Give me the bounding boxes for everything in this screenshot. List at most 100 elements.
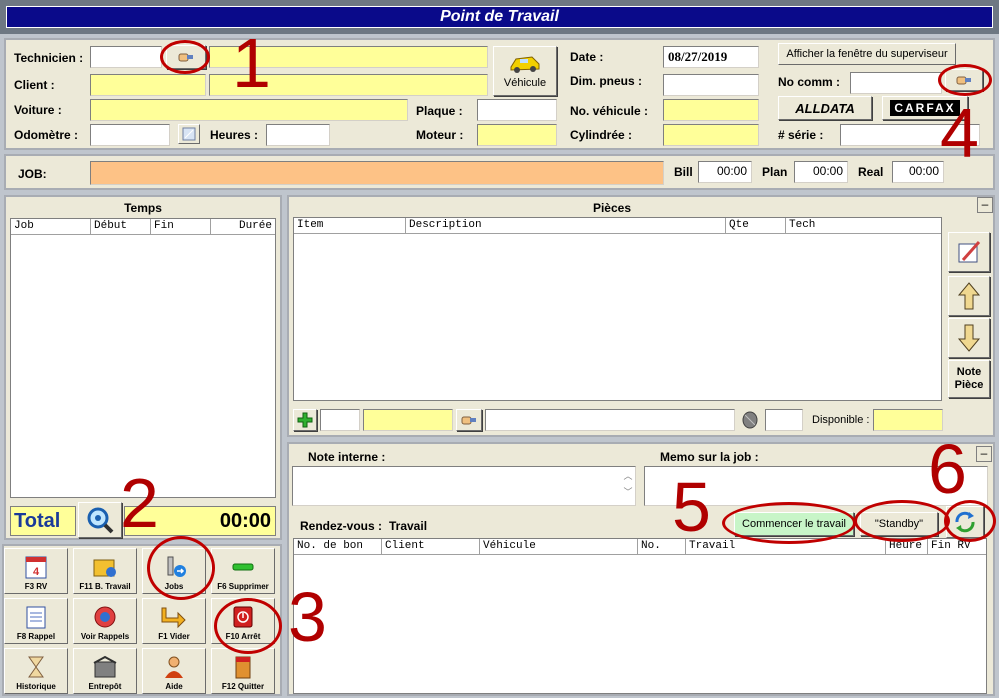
temps-col-debut[interactable]: Début bbox=[91, 219, 151, 234]
plaque-input[interactable] bbox=[477, 99, 557, 121]
note-interne-textarea[interactable] bbox=[292, 466, 636, 506]
rdv-col-no-bon[interactable]: No. de bon bbox=[294, 539, 382, 554]
piece-tech-input[interactable] bbox=[765, 409, 803, 431]
gauge-icon bbox=[182, 127, 196, 141]
f11-b-travail-label: F11 B. Travail bbox=[79, 582, 131, 591]
superviseur-button[interactable]: Afficher la fenêtre du superviseur bbox=[778, 43, 956, 65]
pieces-grid-header: Item Description Qte Tech bbox=[294, 218, 941, 234]
disponible-label: Disponible : bbox=[812, 414, 870, 426]
search-hand-icon bbox=[461, 416, 476, 425]
pieces-collapse-button[interactable]: – bbox=[977, 197, 993, 213]
annotation-1: 1 bbox=[232, 24, 271, 102]
moteur-input[interactable] bbox=[477, 124, 557, 146]
job-input[interactable] bbox=[90, 161, 664, 185]
aide-button[interactable]: Aide bbox=[142, 648, 206, 694]
bill-value: 00:00 bbox=[698, 161, 752, 183]
cylindree-input[interactable] bbox=[663, 124, 759, 146]
car-icon bbox=[510, 56, 540, 73]
real-value: 00:00 bbox=[892, 161, 944, 183]
add-piece-button[interactable] bbox=[293, 409, 317, 431]
rdv-travail-label: Travail bbox=[389, 519, 428, 533]
no-comm-label: No comm : bbox=[778, 75, 841, 89]
temps-col-job[interactable]: Job bbox=[11, 219, 91, 234]
temps-grid[interactable]: Job Début Fin Durée bbox=[10, 218, 276, 498]
heures-label: Heures : bbox=[210, 128, 259, 142]
real-label: Real bbox=[858, 165, 884, 179]
disponible-value bbox=[873, 409, 943, 431]
piece-item-input[interactable] bbox=[363, 409, 453, 431]
voiture-input[interactable] bbox=[90, 99, 408, 121]
rdv-col-fin-rv[interactable]: Fin RV bbox=[928, 539, 986, 554]
technicien-code-input[interactable] bbox=[90, 46, 162, 68]
no-vehicule-input[interactable] bbox=[663, 99, 759, 121]
piece-description-input[interactable] bbox=[485, 409, 735, 431]
voir-rappels-button[interactable]: Voir Rappels bbox=[73, 598, 137, 644]
rdv-grid[interactable]: No. de bon Client Véhicule No. Travail H… bbox=[293, 538, 987, 694]
exit-door-icon bbox=[235, 656, 251, 679]
f6-supprimer-button[interactable]: F6 Supprimer bbox=[211, 548, 275, 594]
f12-quitter-button[interactable]: F12 Quitter bbox=[211, 648, 275, 694]
entrepot-button[interactable]: Entrepôt bbox=[73, 648, 137, 694]
dim-pneus-input[interactable] bbox=[663, 74, 759, 96]
f1-vider-button[interactable]: F1 Vider bbox=[142, 598, 206, 644]
move-down-button[interactable] bbox=[948, 318, 990, 358]
pieces-title: Pièces bbox=[592, 201, 632, 215]
historique-button[interactable]: Historique bbox=[4, 648, 68, 694]
annotation-6: 6 bbox=[928, 430, 967, 508]
pieces-col-description[interactable]: Description bbox=[406, 218, 726, 233]
svg-text:4: 4 bbox=[33, 566, 40, 578]
hourglass-icon bbox=[28, 656, 44, 678]
arrow-up-icon bbox=[957, 282, 981, 310]
rdv-col-vehicule[interactable]: Véhicule bbox=[480, 539, 638, 554]
pieces-grid[interactable]: Item Description Qte Tech bbox=[293, 217, 942, 401]
notes-collapse-button[interactable]: – bbox=[976, 446, 992, 462]
odometre-input[interactable] bbox=[90, 124, 170, 146]
move-up-button[interactable] bbox=[948, 276, 990, 316]
technicien-label: Technicien : bbox=[14, 51, 84, 65]
note-interne-scrollbar[interactable]: ︿ ﹀ bbox=[621, 468, 635, 504]
plan-value: 00:00 bbox=[794, 161, 848, 183]
client-code-input[interactable] bbox=[90, 74, 206, 96]
tire-icon[interactable] bbox=[739, 410, 761, 430]
dim-pneus-label: Dim. pneus : bbox=[570, 74, 643, 88]
job-label: JOB: bbox=[18, 167, 47, 181]
alldata-button[interactable]: ALLDATA bbox=[778, 96, 872, 120]
piece-qty-input[interactable] bbox=[320, 409, 360, 431]
minus-icon bbox=[232, 563, 254, 571]
annotation-ring-4 bbox=[938, 64, 992, 96]
pieces-col-tech[interactable]: Tech bbox=[786, 218, 941, 233]
total-label: Total bbox=[10, 506, 76, 536]
plaque-label: Plaque : bbox=[416, 104, 463, 118]
voir-rappels-label: Voir Rappels bbox=[80, 632, 130, 641]
window-title: Point de Travail bbox=[6, 6, 993, 28]
no-comm-input[interactable] bbox=[850, 72, 942, 94]
f3-rv-button[interactable]: 4 F3 RV bbox=[4, 548, 68, 594]
voiture-label: Voiture : bbox=[14, 103, 62, 117]
vehicule-button[interactable]: Véhicule bbox=[493, 46, 557, 96]
pieces-col-item[interactable]: Item bbox=[294, 218, 406, 233]
heures-input[interactable] bbox=[266, 124, 330, 146]
annotation-4: 4 bbox=[940, 94, 979, 172]
edit-piece-button[interactable] bbox=[948, 232, 990, 272]
reminder-icon bbox=[94, 606, 116, 628]
pieces-col-qte[interactable]: Qte bbox=[726, 218, 786, 233]
date-input[interactable]: 08/27/2019 bbox=[663, 46, 759, 68]
annotation-ring-3b bbox=[214, 598, 282, 654]
help-person-icon bbox=[165, 656, 183, 678]
f8-rappel-button[interactable]: F8 Rappel bbox=[4, 598, 68, 644]
total-view-button[interactable] bbox=[78, 502, 122, 538]
temps-col-duree[interactable]: Durée bbox=[211, 219, 275, 234]
note-interne-label: Note interne : bbox=[308, 450, 386, 464]
odometre-toggle[interactable] bbox=[178, 124, 200, 144]
plus-icon bbox=[297, 412, 313, 428]
rdv-col-client[interactable]: Client bbox=[382, 539, 480, 554]
annotation-ring-1 bbox=[160, 40, 210, 74]
folder-gear-icon bbox=[93, 559, 116, 577]
f11-b-travail-button[interactable]: F11 B. Travail bbox=[73, 548, 137, 594]
memo-label: Memo sur la job : bbox=[660, 450, 759, 464]
note-piece-button[interactable]: Note Pièce bbox=[948, 360, 990, 398]
annotation-2: 2 bbox=[120, 464, 159, 542]
piece-search-button[interactable] bbox=[456, 409, 482, 431]
temps-col-fin[interactable]: Fin bbox=[151, 219, 211, 234]
vehicule-button-label: Véhicule bbox=[503, 77, 547, 89]
